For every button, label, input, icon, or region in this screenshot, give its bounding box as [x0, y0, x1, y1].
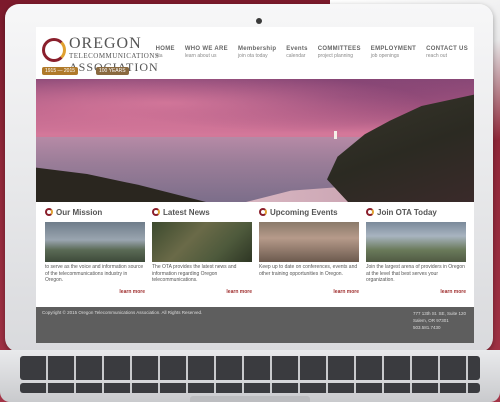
mission-learn-more-link[interactable]: learn more	[45, 289, 145, 295]
nav-who-we-are-title: WHO WE ARE	[184, 46, 228, 52]
nav-home-sub: ota	[155, 53, 163, 59]
join-title: Join OTA Today	[377, 207, 437, 217]
mission-heading-icon	[45, 208, 53, 216]
nav-committees-title: COMMITTEES	[317, 46, 361, 52]
webcam-icon	[256, 18, 262, 24]
footer-address-line1: 777 13th St. SE, Suite 120	[412, 311, 466, 316]
nav-contact-us[interactable]: CONTACT US reach out	[426, 46, 468, 59]
keyboard-keys	[20, 356, 480, 380]
nav-contact-us-title: CONTACT US	[426, 46, 468, 52]
footer-phone: 503.581.7430	[412, 325, 441, 330]
join-heading-icon	[366, 208, 374, 216]
footer-address-line2: Salem, OR 97301	[412, 318, 449, 323]
events-text: Keep up to date on conferences, events a…	[259, 264, 358, 277]
join-learn-more-link[interactable]: learn more	[366, 289, 466, 295]
events-learn-more-link[interactable]: learn more	[259, 289, 359, 295]
news-title: Latest News	[163, 207, 210, 217]
events-heading-icon	[259, 208, 267, 216]
nav-contact-us-sub: reach out	[426, 53, 447, 59]
logo-years-badge: 1915 — 2015	[42, 67, 79, 75]
nav-who-we-are[interactable]: WHO WE ARE learn about us	[185, 46, 228, 59]
nav-events-title: Events	[286, 46, 308, 52]
news-heading: Latest News	[152, 205, 252, 219]
news-column: Latest News The OTA provides the latest …	[152, 205, 252, 295]
join-column: Join OTA Today Join the largest arena of…	[366, 205, 466, 295]
mission-heading: Our Mission	[45, 205, 145, 219]
footer-copyright: Copyright © 2015 Oregon Telecommunicatio…	[42, 310, 203, 315]
lighthouse-icon	[334, 131, 337, 139]
nav-events[interactable]: Events calendar	[286, 46, 307, 59]
logo-line-telecom: TELECOMMUNICATIONS	[69, 52, 160, 60]
mission-photo[interactable]	[45, 222, 145, 262]
nav-employment-title: EMPLOYMENT	[370, 46, 417, 52]
news-text: The OTA provides the latest news and inf…	[152, 264, 237, 283]
main-nav: HOME ota WHO WE ARE learn about us Membe…	[156, 46, 468, 59]
news-photo[interactable]	[152, 222, 252, 262]
nav-employment[interactable]: EMPLOYMENT job openings	[371, 46, 416, 59]
nav-committees-sub: project planning	[317, 53, 354, 59]
mission-column: Our Mission to serve as the voice and in…	[45, 205, 145, 295]
nav-membership-sub: join ota today	[237, 53, 268, 59]
site-footer: Copyright © 2015 Oregon Telecommunicatio…	[36, 307, 474, 343]
logo-anniversary-badge: 100 YEARS	[96, 67, 129, 75]
events-title: Upcoming Events	[270, 207, 338, 217]
events-photo[interactable]	[259, 222, 359, 262]
nav-employment-sub: job openings	[370, 53, 400, 59]
news-heading-icon	[152, 208, 160, 216]
nav-who-we-are-sub: learn about us	[184, 53, 217, 59]
nav-events-sub: calendar	[286, 53, 306, 59]
mission-title: Our Mission	[56, 207, 103, 217]
logo-line-oregon: OREGON	[69, 35, 142, 52]
laptop-screen: OREGON TELECOMMUNICATIONS ASSOCIATION 19…	[36, 27, 474, 343]
mission-text: to serve as the voice and information so…	[45, 264, 144, 283]
events-heading: Upcoming Events	[259, 205, 359, 219]
site-header: OREGON TELECOMMUNICATIONS ASSOCIATION 19…	[36, 27, 474, 79]
nav-home-title: HOME	[155, 46, 175, 52]
nav-committees[interactable]: COMMITTEES project planning	[318, 46, 361, 59]
events-column: Upcoming Events Keep up to date on confe…	[259, 205, 359, 295]
footer-address: 777 13th St. SE, Suite 120 Salem, OR 973…	[413, 310, 466, 331]
join-heading: Join OTA Today	[366, 205, 466, 219]
nav-membership[interactable]: Membership join ota today	[238, 46, 276, 59]
join-text: Join the largest arena of providers in O…	[366, 264, 465, 283]
keyboard-keys-row	[20, 383, 480, 393]
trackpad	[190, 396, 310, 402]
feature-columns: Our Mission to serve as the voice and in…	[36, 205, 474, 307]
ota-logo-icon[interactable]	[42, 38, 66, 62]
nav-membership-title: Membership	[237, 46, 277, 52]
nav-home[interactable]: HOME ota	[156, 46, 175, 59]
hero-coastline-image	[36, 79, 474, 202]
news-learn-more-link[interactable]: learn more	[152, 289, 252, 295]
join-photo[interactable]	[366, 222, 466, 262]
